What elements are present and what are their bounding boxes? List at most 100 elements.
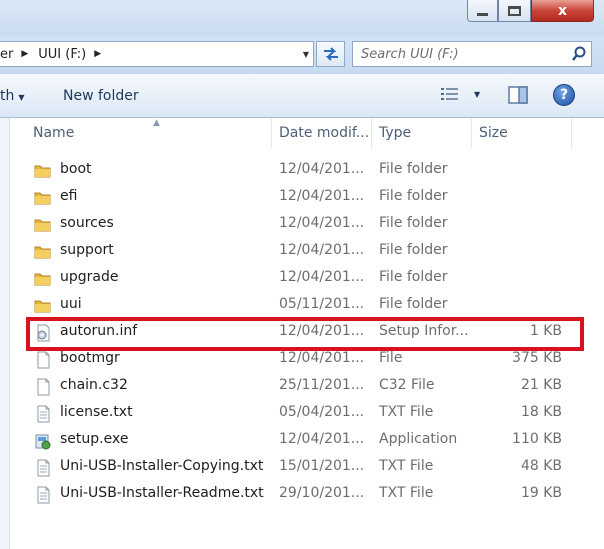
folder-row[interactable]: boot 12/04/201... File folder: [10, 157, 604, 184]
file-type: File folder: [379, 269, 448, 285]
file-name: boot: [60, 161, 92, 177]
file-name: uui: [60, 296, 82, 312]
maximize-icon: [508, 5, 521, 16]
chevron-down-icon[interactable]: ▼: [303, 50, 309, 59]
maximize-button[interactable]: [498, 0, 531, 22]
folder-row[interactable]: upgrade 12/04/201... File folder: [10, 265, 604, 292]
file-size: 48 KB: [520, 458, 562, 474]
column-divider[interactable]: [371, 118, 372, 148]
file-row[interactable]: Uni-USB-Installer-Readme.txt 29/10/201...…: [10, 481, 604, 508]
blank-file-icon: [34, 351, 52, 369]
chevron-right-icon[interactable]: ▶: [13, 49, 38, 59]
breadcrumb-parent[interactable]: er: [0, 47, 13, 62]
share-with-menu[interactable]: th ▼: [0, 88, 25, 104]
file-size: 21 KB: [520, 377, 562, 393]
help-icon: ?: [559, 87, 569, 103]
file-type: TXT File: [379, 485, 434, 501]
preview-pane-icon: [508, 86, 528, 104]
breadcrumb-current[interactable]: UUI (F:): [38, 47, 86, 62]
file-name: upgrade: [60, 269, 119, 285]
title-bar: x: [0, 0, 604, 36]
file-date-modified: 05/04/201...: [279, 404, 365, 420]
command-bar: th ▼ New folder ▼ ?: [0, 74, 604, 118]
file-type: C32 File: [379, 377, 435, 393]
help-button[interactable]: ?: [553, 84, 575, 106]
address-bar[interactable]: er ▶ UUI (F:) ▶ ▼: [0, 41, 314, 67]
blank-file-icon: [34, 378, 52, 396]
preview-pane-button[interactable]: [508, 86, 528, 104]
chevron-down-icon[interactable]: ▼: [474, 90, 480, 99]
refresh-icon: [323, 47, 338, 61]
navigation-pane[interactable]: [0, 118, 10, 549]
file-name: efi: [60, 188, 78, 204]
search-input[interactable]: Search UUI (F:): [361, 47, 567, 62]
column-date-modified[interactable]: Date modif...: [279, 118, 369, 148]
column-divider[interactable]: [471, 118, 472, 148]
file-name: license.txt: [60, 404, 133, 420]
folder-icon: [34, 162, 52, 180]
folder-row[interactable]: uui 05/11/201... File folder: [10, 292, 604, 319]
file-type: TXT File: [379, 404, 434, 420]
file-name: Uni-USB-Installer-Readme.txt: [60, 485, 264, 501]
file-size: 375 KB: [512, 350, 562, 366]
chevron-down-icon: ▼: [18, 93, 25, 102]
column-size[interactable]: Size: [479, 118, 508, 148]
folder-row[interactable]: support 12/04/201... File folder: [10, 238, 604, 265]
text-file-icon: [34, 486, 52, 504]
file-type: File folder: [379, 161, 448, 177]
setup-exe-icon: [34, 432, 52, 450]
file-size: 110 KB: [512, 431, 562, 447]
file-name: bootmgr: [60, 350, 120, 366]
file-size: 19 KB: [520, 485, 562, 501]
file-row[interactable]: chain.c32 25/11/201... C32 File 21 KB: [10, 373, 604, 400]
file-type: File folder: [379, 296, 448, 312]
folder-row[interactable]: efi 12/04/201... File folder: [10, 184, 604, 211]
file-date-modified: 29/10/201...: [279, 485, 365, 501]
highlight-box: [26, 317, 584, 351]
column-divider[interactable]: [571, 118, 572, 148]
minimize-button[interactable]: [467, 0, 498, 22]
column-type[interactable]: Type: [379, 118, 411, 148]
chevron-right-icon[interactable]: ▶: [86, 49, 111, 59]
file-row[interactable]: setup.exe 12/04/201... Application 110 KB: [10, 427, 604, 454]
file-name: chain.c32: [60, 377, 128, 393]
file-type: File: [379, 350, 403, 366]
column-name[interactable]: Name: [33, 118, 74, 148]
file-name: sources: [60, 215, 114, 231]
file-date-modified: 12/04/201...: [279, 161, 365, 177]
search-icon[interactable]: [567, 46, 591, 62]
address-row: er ▶ UUI (F:) ▶ ▼ Search UUI (F:): [0, 36, 604, 74]
file-name: setup.exe: [60, 431, 129, 447]
column-divider[interactable]: [271, 118, 272, 148]
file-name: support: [60, 242, 114, 258]
file-date-modified: 12/04/201...: [279, 269, 365, 285]
text-file-icon: [34, 459, 52, 477]
file-date-modified: 12/04/201...: [279, 215, 365, 231]
close-icon: x: [557, 2, 568, 19]
folder-icon: [34, 189, 52, 207]
folder-icon: [34, 243, 52, 261]
refresh-button[interactable]: [316, 41, 345, 67]
file-name: Uni-USB-Installer-Copying.txt: [60, 458, 264, 474]
column-header-row: ▲ Name Date modif... Type Size: [10, 118, 604, 148]
file-date-modified: 15/01/201...: [279, 458, 365, 474]
file-type: File folder: [379, 215, 448, 231]
file-date-modified: 12/04/201...: [279, 431, 365, 447]
folder-row[interactable]: sources 12/04/201... File folder: [10, 211, 604, 238]
file-size: 18 KB: [520, 404, 562, 420]
sort-ascending-icon: ▲: [153, 118, 160, 128]
share-with-label: th: [0, 88, 15, 104]
file-date-modified: 12/04/201...: [279, 188, 365, 204]
text-file-icon: [34, 405, 52, 423]
file-type: File folder: [379, 188, 448, 204]
file-row[interactable]: Uni-USB-Installer-Copying.txt 15/01/201..…: [10, 454, 604, 481]
file-date-modified: 12/04/201...: [279, 242, 365, 258]
close-button[interactable]: x: [531, 0, 594, 22]
folder-icon: [34, 216, 52, 234]
new-folder-button[interactable]: New folder: [63, 88, 139, 104]
search-box[interactable]: Search UUI (F:): [352, 41, 592, 67]
change-view-button[interactable]: ▼: [440, 86, 480, 102]
details-view-icon: [441, 88, 458, 100]
file-date-modified: 12/04/201...: [279, 350, 365, 366]
file-row[interactable]: license.txt 05/04/201... TXT File 18 KB: [10, 400, 604, 427]
